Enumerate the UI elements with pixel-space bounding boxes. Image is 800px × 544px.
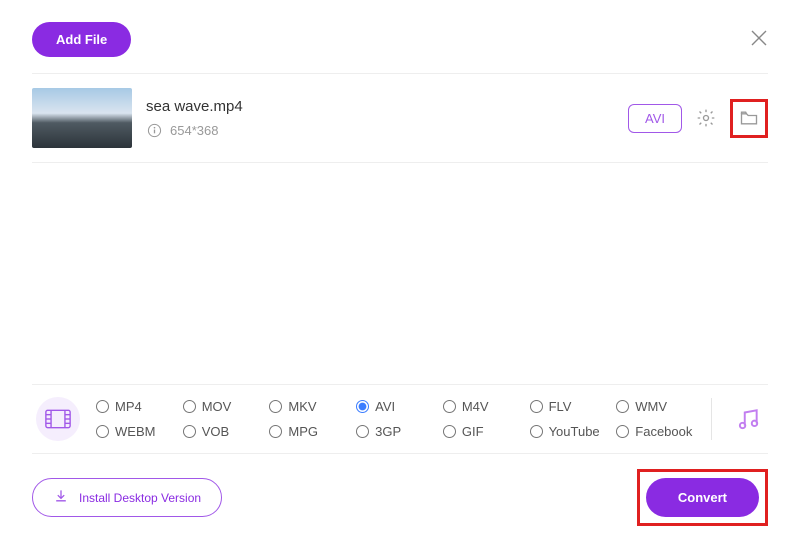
format-label: YouTube bbox=[549, 424, 600, 439]
format-option-m4v[interactable]: M4V bbox=[443, 399, 522, 414]
format-radio[interactable] bbox=[269, 425, 282, 438]
music-icon[interactable] bbox=[728, 406, 768, 432]
format-radio[interactable] bbox=[443, 425, 456, 438]
format-radio[interactable] bbox=[530, 400, 543, 413]
format-label: M4V bbox=[462, 399, 489, 414]
format-option-mkv[interactable]: MKV bbox=[269, 399, 348, 414]
add-file-button[interactable]: Add File bbox=[32, 22, 131, 57]
convert-button[interactable]: Convert bbox=[646, 478, 759, 517]
format-option-wmv[interactable]: WMV bbox=[616, 399, 695, 414]
format-label: MOV bbox=[202, 399, 232, 414]
format-option-avi[interactable]: AVI bbox=[356, 399, 435, 414]
format-option-gif[interactable]: GIF bbox=[443, 424, 522, 439]
file-row: sea wave.mp4 654*368 AVI bbox=[0, 74, 800, 162]
format-label: MPG bbox=[288, 424, 318, 439]
format-section: MP4 MOV MKV AVI M4V FLV WMV WEBM VOB MPG 3GP GIF You… bbox=[32, 384, 768, 454]
close-icon[interactable] bbox=[746, 25, 772, 55]
format-label: MP4 bbox=[115, 399, 142, 414]
gear-icon[interactable] bbox=[692, 104, 720, 132]
file-thumbnail bbox=[32, 88, 132, 148]
format-radio[interactable] bbox=[183, 425, 196, 438]
format-radio[interactable] bbox=[616, 425, 629, 438]
folder-highlight bbox=[730, 99, 768, 138]
format-label: WMV bbox=[635, 399, 667, 414]
format-option-flv[interactable]: FLV bbox=[530, 399, 609, 414]
format-radio[interactable] bbox=[356, 425, 369, 438]
format-option-webm[interactable]: WEBM bbox=[96, 424, 175, 439]
format-label: AVI bbox=[375, 399, 395, 414]
format-radio[interactable] bbox=[96, 400, 109, 413]
format-label: 3GP bbox=[375, 424, 401, 439]
format-radio[interactable] bbox=[616, 400, 629, 413]
format-radio[interactable] bbox=[530, 425, 543, 438]
format-radio[interactable] bbox=[443, 400, 456, 413]
install-desktop-label: Install Desktop Version bbox=[79, 491, 201, 505]
format-radio[interactable] bbox=[183, 400, 196, 413]
download-icon bbox=[53, 488, 69, 507]
format-option-mp4[interactable]: MP4 bbox=[96, 399, 175, 414]
format-badge[interactable]: AVI bbox=[628, 104, 682, 133]
install-desktop-button[interactable]: Install Desktop Version bbox=[32, 478, 222, 517]
folder-icon[interactable] bbox=[735, 104, 763, 132]
format-option-facebook[interactable]: Facebook bbox=[616, 424, 695, 439]
format-label: Facebook bbox=[635, 424, 692, 439]
format-grid: MP4 MOV MKV AVI M4V FLV WMV WEBM VOB MPG 3GP GIF You… bbox=[96, 399, 695, 439]
format-option-3gp[interactable]: 3GP bbox=[356, 424, 435, 439]
format-radio[interactable] bbox=[269, 400, 282, 413]
format-option-mpg[interactable]: MPG bbox=[269, 424, 348, 439]
format-option-vob[interactable]: VOB bbox=[183, 424, 262, 439]
format-label: MKV bbox=[288, 399, 316, 414]
format-label: VOB bbox=[202, 424, 229, 439]
format-label: FLV bbox=[549, 399, 572, 414]
format-radio[interactable] bbox=[96, 425, 109, 438]
convert-highlight: Convert bbox=[637, 469, 768, 526]
format-option-youtube[interactable]: YouTube bbox=[530, 424, 609, 439]
video-icon bbox=[36, 397, 80, 441]
info-icon bbox=[146, 123, 162, 139]
format-option-mov[interactable]: MOV bbox=[183, 399, 262, 414]
divider bbox=[32, 162, 768, 163]
file-name: sea wave.mp4 bbox=[146, 98, 614, 115]
file-resolution: 654*368 bbox=[170, 123, 218, 138]
format-label: WEBM bbox=[115, 424, 155, 439]
format-label: GIF bbox=[462, 424, 484, 439]
format-radio[interactable] bbox=[356, 400, 369, 413]
separator bbox=[711, 398, 712, 440]
